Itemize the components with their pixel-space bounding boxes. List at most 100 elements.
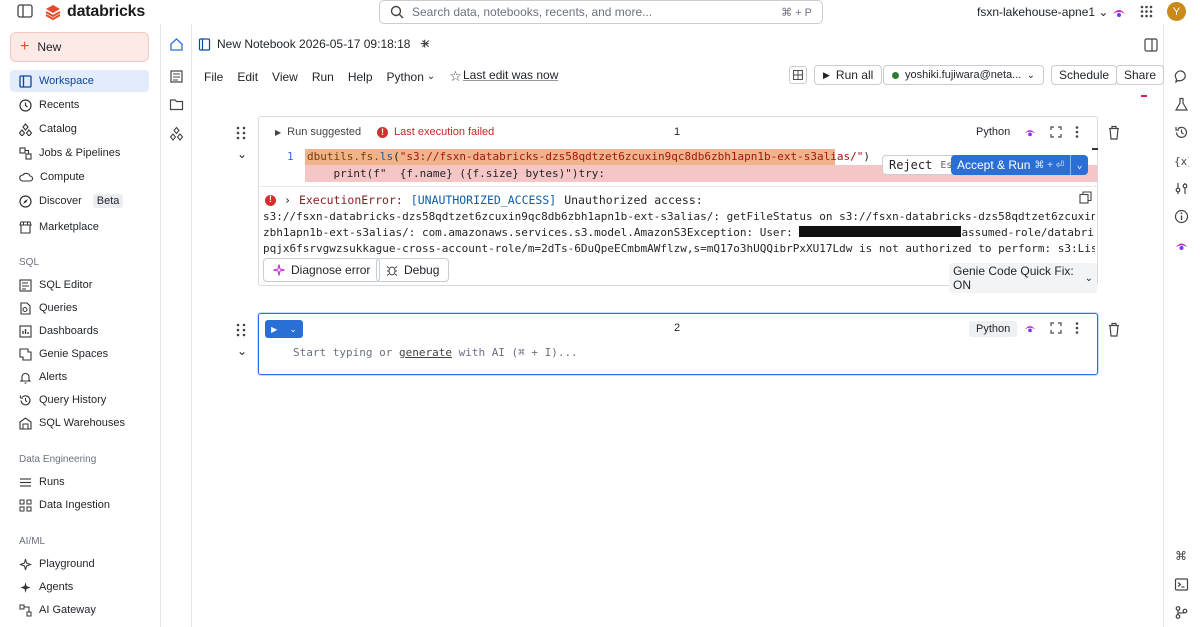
sparkle-icon <box>273 264 285 276</box>
share-button[interactable]: Share <box>1116 65 1165 85</box>
delete-cell-icon[interactable] <box>1107 125 1121 140</box>
sidebar-item-genie-spaces[interactable]: Genie Spaces <box>10 343 149 365</box>
avatar[interactable]: Y <box>1167 2 1186 21</box>
accept-run-dropdown[interactable]: ⌄ <box>1070 155 1088 175</box>
more-options-icon[interactable] <box>1075 126 1079 138</box>
section-ai-ml: AI/ML <box>19 536 46 547</box>
last-edit-link[interactable]: Last edit was now <box>463 68 558 82</box>
sidebar-item-queries[interactable]: Queries <box>10 297 149 319</box>
error-line: zbh1apn1b-ext-s3alias/: com.amazonaws.se… <box>263 225 1095 241</box>
language-select[interactable]: Python ⌄ <box>387 70 436 84</box>
sidebar-item-compute[interactable]: Compute <box>10 166 149 188</box>
cell-language[interactable]: Python <box>969 321 1018 337</box>
genie-assistant-icon[interactable] <box>1174 238 1189 253</box>
compute-selector[interactable]: yoshiki.fujiwara@neta... ⌄ <box>883 65 1044 85</box>
notebook-cell-2[interactable]: ▶ ⌄ 2 Python Start typing or generate wi… <box>258 313 1098 375</box>
run-suggested-button[interactable]: ▶ Run suggested <box>275 126 361 138</box>
sidebar-item-playground[interactable]: Playground <box>10 553 149 575</box>
panel-toggle-icon[interactable] <box>1144 38 1158 52</box>
drag-handle-icon[interactable] <box>235 126 247 140</box>
compute-label: yoshiki.fujiwara@neta... <box>905 69 1021 81</box>
debug-button[interactable]: Debug <box>376 258 450 282</box>
star-icon[interactable]: ☆ <box>449 68 462 85</box>
sidebar-item-runs[interactable]: Runs <box>10 471 149 493</box>
sidebar-item-query-history[interactable]: Query History <box>10 389 149 411</box>
accept-run-shortcut: ⌘ + ⏎ <box>1034 159 1065 171</box>
delete-cell-icon[interactable] <box>1107 322 1121 337</box>
debug-label: Debug <box>404 263 440 277</box>
code-token: "s3://fsxn-databricks-dzs58qdtzet6zcuxin… <box>399 150 864 163</box>
collapse-chevron-icon[interactable]: ⌄ <box>237 147 247 161</box>
keyboard-shortcuts-icon[interactable]: ⌘ <box>1174 548 1189 563</box>
new-button[interactable]: + New <box>10 32 149 62</box>
copy-icon[interactable] <box>1079 191 1092 204</box>
info-icon[interactable] <box>1174 209 1189 224</box>
global-search[interactable]: Search data, notebooks, recents, and mor… <box>379 0 823 24</box>
menu-run[interactable]: Run <box>312 70 334 84</box>
terminal-icon[interactable] <box>1174 577 1189 592</box>
sidebar-item-agents[interactable]: Agents <box>10 576 149 598</box>
menu-file[interactable]: File <box>204 70 223 84</box>
menu-help[interactable]: Help <box>348 70 373 84</box>
execution-status-label: Last execution failed <box>394 126 495 138</box>
cell-editor-placeholder[interactable]: Start typing or generate with AI (⌘ + I)… <box>293 346 578 359</box>
genie-icon[interactable] <box>1111 4 1127 20</box>
code-editor[interactable]: 1 dbutils.fs.ls("s3://fsxn-databricks-dz… <box>259 148 1098 183</box>
version-history-icon[interactable] <box>1174 125 1189 140</box>
run-cell-button[interactable]: ▶ ⌄ <box>265 320 303 338</box>
more-options-icon[interactable] <box>1075 322 1079 334</box>
sidebar-toggle-icon[interactable] <box>17 4 33 18</box>
sidebar-item-label: SQL Editor <box>39 279 93 291</box>
expand-chevron-icon[interactable]: › <box>284 193 291 207</box>
git-icon[interactable] <box>1174 605 1189 620</box>
schedule-button[interactable]: Schedule <box>1051 65 1118 85</box>
sidebar-item-label: Agents <box>39 581 74 593</box>
sidebar-item-ai-gateway[interactable]: AI Gateway <box>10 599 149 621</box>
folder-icon[interactable] <box>169 97 184 112</box>
comment-icon[interactable] <box>1174 69 1189 84</box>
drag-handle-icon[interactable] <box>235 323 247 337</box>
genie-icon[interactable] <box>1023 321 1037 335</box>
experiment-icon[interactable] <box>1174 97 1189 112</box>
sidebar-item-catalog[interactable]: Catalog <box>10 118 149 140</box>
sidebar-item-marketplace[interactable]: Marketplace <box>10 216 149 238</box>
sidebar-item-sql-editor[interactable]: SQL Editor <box>10 274 149 296</box>
accept-run-main[interactable]: Accept & Run ⌘ + ⏎ <box>951 158 1070 172</box>
play-icon: ▶ <box>275 127 282 137</box>
variables-icon[interactable]: {x} <box>1174 153 1189 168</box>
apps-grid-icon[interactable] <box>1140 5 1153 18</box>
accept-run-button[interactable]: Accept & Run ⌘ + ⏎ ⌄ <box>951 155 1089 175</box>
sidebar-item-alerts[interactable]: Alerts <box>10 366 149 388</box>
databricks-logo[interactable]: databricks <box>45 3 145 21</box>
sidebar-item-jobs-pipelines[interactable]: Jobs & Pipelines <box>10 142 149 164</box>
expand-icon[interactable] <box>1050 322 1062 334</box>
sidebar-item-data-ingestion[interactable]: Data Ingestion <box>10 494 149 516</box>
tab-notebook[interactable]: New Notebook 2026-05-17 09:18:18 ✕ <box>198 37 431 51</box>
layout-icon[interactable] <box>789 66 807 84</box>
collapse-chevron-icon[interactable]: ⌄ <box>237 344 247 358</box>
expand-icon[interactable] <box>1050 126 1062 138</box>
reject-label: Reject <box>889 158 933 172</box>
workspace-switcher[interactable]: fsxn-lakehouse-apne1 ⌄ <box>977 5 1108 19</box>
sidebar-item-sql-warehouses[interactable]: SQL Warehouses <box>10 412 149 434</box>
genie-icon[interactable] <box>1023 125 1037 139</box>
catalog-shapes-icon[interactable] <box>169 126 184 141</box>
sidebar-item-recents[interactable]: Recents <box>10 94 149 116</box>
sidebar-item-discover[interactable]: Discover Beta <box>10 190 149 212</box>
menu-edit[interactable]: Edit <box>237 70 258 84</box>
generate-link[interactable]: generate <box>399 346 452 359</box>
settings-sliders-icon[interactable] <box>1174 181 1189 196</box>
menu-bar: File Edit View Run Help Python ⌄ ☆ <box>204 68 462 85</box>
brand-name: databricks <box>67 3 146 20</box>
sidebar-item-workspace[interactable]: Workspace <box>10 70 149 92</box>
menu-view[interactable]: View <box>272 70 298 84</box>
diagnose-error-button[interactable]: Diagnose error <box>263 258 381 282</box>
run-all-button[interactable]: ▶ Run all <box>814 65 883 85</box>
table-of-contents-icon[interactable] <box>169 69 184 84</box>
quick-fix-toggle[interactable]: Genie Code Quick Fix: ON ⌄ <box>949 263 1097 293</box>
cell-language[interactable]: Python <box>976 126 1010 138</box>
home-icon[interactable] <box>169 37 184 52</box>
add-tab-icon[interactable]: + <box>420 36 429 54</box>
sidebar-item-dashboards[interactable]: Dashboards <box>10 320 149 342</box>
notebook-cell-1[interactable]: ▶ Run suggested ! Last execution failed … <box>258 116 1098 293</box>
